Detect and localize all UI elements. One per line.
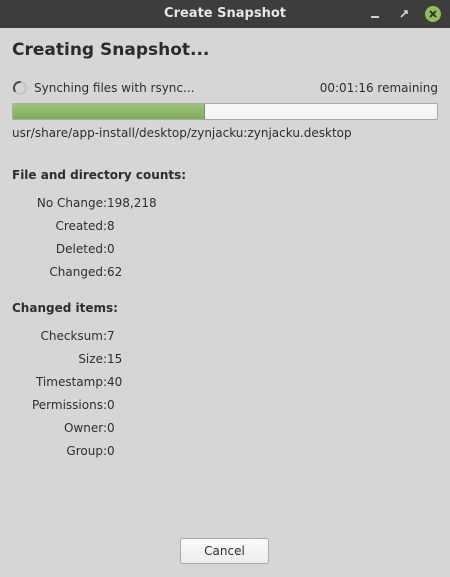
status-row: Synching files with rsync... 00:01:16 re… xyxy=(12,80,438,98)
create-snapshot-window: Create Snapshot Creating Snapshot... Syn… xyxy=(0,0,450,577)
changed-label: Checksum: xyxy=(40,329,107,343)
count-row-deleted: Deleted: 0 xyxy=(12,242,432,265)
progress-bar xyxy=(12,103,438,120)
count-value: 198,218 xyxy=(107,196,157,210)
changed-label: Timestamp: xyxy=(35,375,107,389)
changed-value: 15 xyxy=(107,352,123,366)
file-counts-list: No Change: 198,218 Created: 8 Deleted: 0… xyxy=(12,196,432,288)
count-label: Created: xyxy=(55,219,107,233)
changed-label: Permissions: xyxy=(31,398,107,412)
count-row-created: Created: 8 xyxy=(12,219,432,242)
changed-label: Owner: xyxy=(63,421,107,435)
changed-label: Size: xyxy=(78,352,107,366)
changed-row-permissions: Permissions: 0 xyxy=(12,398,432,421)
changed-items-list: Checksum: 7 Size: 15 Timestamp: 40 Permi… xyxy=(12,329,432,467)
count-row-changed: Changed: 62 xyxy=(12,265,432,288)
spinner-icon xyxy=(12,80,28,96)
changed-value: 7 xyxy=(107,329,115,343)
changed-row-checksum: Checksum: 7 xyxy=(12,329,432,352)
current-file-path: usr/share/app-install/desktop/zynjacku:z… xyxy=(12,126,352,140)
minimize-icon[interactable] xyxy=(366,5,384,23)
file-counts-title: File and directory counts: xyxy=(12,168,187,182)
changed-items-title: Changed items: xyxy=(12,301,118,315)
changed-value: 40 xyxy=(107,375,123,389)
changed-value: 0 xyxy=(107,398,115,412)
cancel-button[interactable]: Cancel xyxy=(180,538,269,564)
changed-row-size: Size: 15 xyxy=(12,352,432,375)
status-text: Synching files with rsync... xyxy=(34,81,195,95)
count-row-no-change: No Change: 198,218 xyxy=(12,196,432,219)
count-value: 0 xyxy=(107,242,115,256)
changed-row-timestamp: Timestamp: 40 xyxy=(12,375,432,398)
time-remaining: 00:01:16 remaining xyxy=(319,81,438,95)
changed-row-group: Group: 0 xyxy=(12,444,432,467)
close-icon[interactable] xyxy=(424,5,442,23)
count-label: Changed: xyxy=(49,265,107,279)
changed-label: Group: xyxy=(66,444,107,458)
count-label: No Change: xyxy=(36,196,107,210)
maximize-icon[interactable] xyxy=(395,5,413,23)
title-bar[interactable]: Create Snapshot xyxy=(0,0,450,28)
changed-row-owner: Owner: 0 xyxy=(12,421,432,444)
progress-fill xyxy=(13,104,205,119)
page-title: Creating Snapshot... xyxy=(12,40,210,60)
count-value: 8 xyxy=(107,219,115,233)
changed-value: 0 xyxy=(107,421,115,435)
count-label: Deleted: xyxy=(55,242,107,256)
count-value: 62 xyxy=(107,265,123,279)
changed-value: 0 xyxy=(107,444,115,458)
